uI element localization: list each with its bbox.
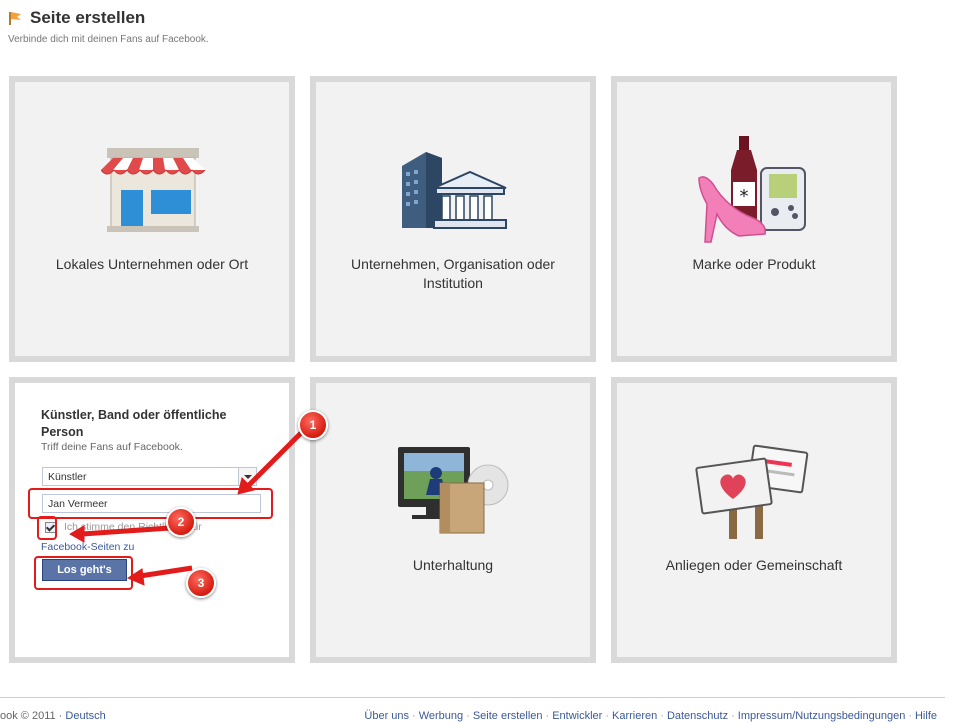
footer-links: Über uns · Werbung · Seite erstellen · Entwick…	[364, 710, 937, 722]
annotation-box-submit	[34, 556, 133, 590]
cause-signs-icon	[695, 444, 809, 539]
category-label: Unternehmen, Organisation oder Instituti…	[351, 256, 555, 291]
footer-link-imprint-terms[interactable]: Impressum/Nutzungsbedingungen	[738, 710, 906, 722]
footer-left: ook © 2011 · Deutsch	[0, 710, 106, 722]
category-select-value: Künstler	[48, 471, 87, 483]
category-tile-cause[interactable]: Anliegen oder Gemeinschaft	[611, 377, 897, 663]
chevron-down-icon[interactable]	[238, 468, 256, 485]
storefront-icon	[101, 148, 205, 232]
entertainment-icon	[398, 447, 509, 534]
category-tile-brand[interactable]: * Marke oder Produkt	[611, 76, 897, 362]
svg-text:*: *	[740, 186, 749, 207]
footer-link-help[interactable]: Hilfe	[915, 710, 937, 722]
footer-link-developers[interactable]: Entwickler	[552, 710, 602, 722]
category-label: Anliegen oder Gemeinschaft	[665, 557, 843, 573]
category-label: Unterhaltung	[412, 557, 494, 573]
page-title: Seite erstellen	[30, 8, 146, 27]
flag-icon	[9, 12, 21, 25]
footer-link-advertising[interactable]: Werbung	[419, 710, 463, 722]
footer-link-careers[interactable]: Karrieren	[612, 710, 657, 722]
category-tile-company[interactable]: Unternehmen, Organisation oder Instituti…	[310, 76, 596, 362]
buildings-icon	[402, 152, 507, 229]
category-tile-entertainment[interactable]: Unterhaltung	[310, 377, 596, 663]
category-select[interactable]: Künstler	[42, 467, 257, 486]
annotation-box-name-field	[28, 488, 273, 519]
category-label: Lokales Unternehmen oder Ort	[55, 256, 249, 272]
category-tile-local-business[interactable]: Lokales Unternehmen oder Ort	[9, 76, 295, 362]
form-subtitle: Triff deine Fans auf Facebook.	[41, 441, 183, 453]
footer-divider	[0, 697, 945, 698]
page-subtitle: Verbinde dich mit deinen Fans auf Facebo…	[8, 34, 209, 45]
language-link[interactable]: Deutsch	[65, 710, 105, 722]
annotation-badge-2: 2	[166, 507, 196, 537]
annotation-box-checkbox	[37, 516, 57, 540]
form-title: Künstler, Band oder öffentliche Person	[41, 408, 227, 439]
footer-link-about[interactable]: Über uns	[364, 710, 409, 722]
footer-link-create-page[interactable]: Seite erstellen	[473, 710, 543, 722]
category-label: Marke oder Produkt	[692, 256, 816, 272]
terms-link[interactable]: Facebook-Seiten zu	[41, 541, 134, 553]
copyright-text: ook © 2011 ·	[0, 710, 63, 722]
products-icon: *	[698, 136, 806, 243]
footer-link-privacy[interactable]: Datenschutz	[667, 710, 728, 722]
annotation-badge-3: 3	[186, 568, 216, 598]
annotation-badge-1: 1	[298, 410, 328, 440]
